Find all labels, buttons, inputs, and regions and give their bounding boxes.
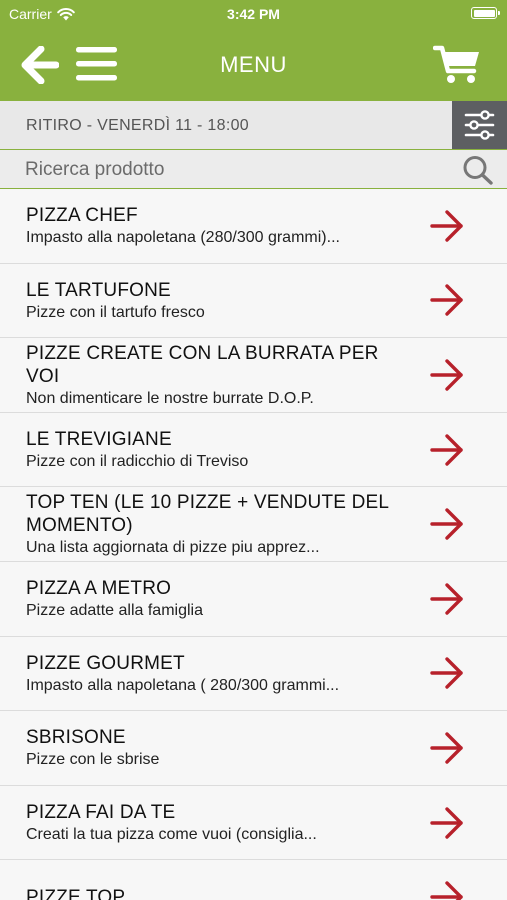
category-title: PIZZE TOP	[26, 886, 126, 900]
list-item-text: PIZZE CREATE CON LA BURRATA PER VOI Non d…	[26, 338, 417, 412]
app-header: Carrier 3:42 PM MENU	[0, 0, 507, 101]
list-item-text: PIZZA FAI DA TE Creati la tua pizza come …	[26, 786, 417, 860]
category-title: PIZZE CREATE CON LA BURRATA PER VOI	[26, 342, 379, 387]
shopping-cart-icon[interactable]	[433, 44, 481, 84]
list-item[interactable]: PIZZA FAI DA TE Creati la tua pizza come …	[0, 785, 507, 861]
chevron-right-arrow-icon[interactable]	[429, 731, 465, 765]
chevron-right-arrow-icon[interactable]	[429, 880, 465, 900]
clock: 3:42 PM	[227, 6, 280, 22]
chevron-right-arrow-icon[interactable]	[429, 433, 465, 467]
list-item[interactable]: PIZZE GOURMET Impasto alla napoletana ( 2…	[0, 636, 507, 712]
list-item-text: LE TARTUFONE Pizze con il tartufo fresco	[26, 264, 417, 338]
chevron-right-arrow-icon[interactable]	[429, 209, 465, 243]
list-item-text: TOP TEN (LE 10 PIZZE + VENDUTE DEL MOMEN…	[26, 487, 417, 561]
category-subtitle: Non dimenticare le nostre burrate D.O.P.	[26, 389, 314, 407]
list-item-text: PIZZE GOURMET Impasto alla napoletana ( 2…	[26, 637, 417, 711]
status-bar: Carrier 3:42 PM	[0, 0, 507, 28]
pickup-slot-label: RITIRO - VENERDÌ 11 - 18:00	[26, 117, 249, 134]
navigation-bar: MENU	[0, 28, 507, 101]
list-item[interactable]: SBRISONE Pizze con le sbrise	[0, 711, 507, 786]
list-item-text: PIZZA CHEF Impasto alla napoletana (280/3…	[26, 189, 417, 263]
category-title: PIZZE GOURMET	[26, 652, 185, 674]
category-subtitle: Creati la tua pizza come vuoi (consiglia…	[26, 826, 317, 844]
category-list: PIZZA CHEF Impasto alla napoletana (280/3…	[0, 189, 507, 900]
chevron-right-arrow-icon[interactable]	[429, 507, 465, 541]
search-input[interactable]	[25, 156, 445, 184]
chevron-right-arrow-icon[interactable]	[429, 806, 465, 840]
category-subtitle: Pizze adatte alla famiglia	[26, 602, 203, 620]
list-item[interactable]: PIZZA A METRO Pizze adatte alla famiglia	[0, 561, 507, 637]
filter-button[interactable]	[452, 101, 507, 149]
category-subtitle: Pizze con il tartufo fresco	[26, 303, 205, 321]
chevron-right-arrow-icon[interactable]	[429, 283, 465, 317]
category-title: TOP TEN (LE 10 PIZZE + VENDUTE DEL MOMEN…	[26, 492, 389, 537]
list-item-text: PIZZE TOP	[26, 860, 417, 900]
sliders-icon	[464, 110, 495, 140]
list-item[interactable]: LE TREVIGIANE Pizze con il radicchio di T…	[0, 412, 507, 488]
list-item[interactable]: TOP TEN (LE 10 PIZZE + VENDUTE DEL MOMEN…	[0, 487, 507, 562]
category-title: PIZZA CHEF	[26, 205, 138, 227]
page-title: MENU	[220, 52, 287, 77]
list-item[interactable]: PIZZE TOP	[0, 860, 507, 900]
list-item-text: LE TREVIGIANE Pizze con il radicchio di T…	[26, 413, 417, 487]
category-subtitle: Pizze con il radicchio di Treviso	[26, 453, 249, 471]
category-subtitle: Una lista aggiornata di pizze piu apprez…	[26, 539, 320, 557]
pickup-slot-bar[interactable]: RITIRO - VENERDÌ 11 - 18:00	[0, 101, 507, 150]
category-title: PIZZA A METRO	[26, 578, 172, 600]
search-bar	[0, 150, 507, 189]
category-title: LE TREVIGIANE	[26, 429, 172, 451]
list-item[interactable]: LE TARTUFONE Pizze con il tartufo fresco	[0, 263, 507, 339]
chevron-right-arrow-icon[interactable]	[429, 358, 465, 392]
list-item[interactable]: PIZZA CHEF Impasto alla napoletana (280/3…	[0, 189, 507, 264]
chevron-right-arrow-icon[interactable]	[429, 656, 465, 690]
chevron-right-arrow-icon[interactable]	[429, 582, 465, 616]
category-subtitle: Impasto alla napoletana (280/300 grammi)…	[26, 229, 340, 247]
category-title: LE TARTUFONE	[26, 279, 171, 301]
category-subtitle: Pizze con le sbrise	[26, 751, 160, 769]
list-item[interactable]: PIZZE CREATE CON LA BURRATA PER VOI Non d…	[0, 338, 507, 413]
search-icon[interactable]	[462, 155, 494, 185]
battery-icon	[471, 7, 500, 19]
category-subtitle: Impasto alla napoletana ( 280/300 grammi…	[26, 676, 340, 694]
list-item-text: SBRISONE Pizze con le sbrise	[26, 711, 417, 785]
list-item-text: PIZZA A METRO Pizze adatte alla famiglia	[26, 562, 417, 636]
category-title: PIZZA FAI DA TE	[26, 802, 176, 824]
category-title: SBRISONE	[26, 727, 126, 749]
